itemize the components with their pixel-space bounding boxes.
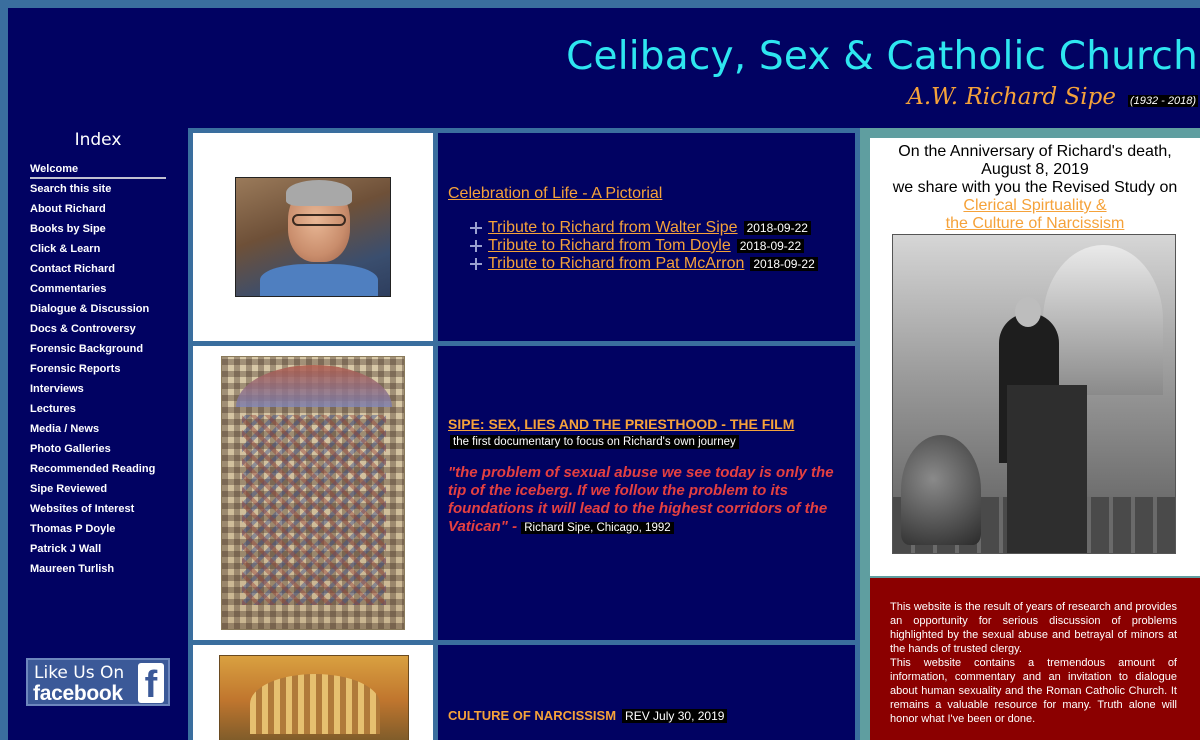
- film-title-link[interactable]: SIPE: SEX, LIES AND THE PRIESTHOOD - THE…: [448, 416, 794, 432]
- facebook-like-button[interactable]: Like Us On facebook f: [26, 658, 170, 706]
- portrait-cell: [193, 133, 433, 341]
- tribute-date: 2018-09-22: [750, 257, 818, 271]
- tribute-item: Tribute to Richard from Tom Doyle 2018-0…: [470, 237, 818, 255]
- nav-item-lectures[interactable]: Lectures: [30, 402, 166, 422]
- site-title: Celibacy, Sex & Catholic Church: [566, 34, 1198, 79]
- site-author: A.W. Richard Sipe: [907, 84, 1116, 110]
- nav-item-media[interactable]: Media / News: [30, 422, 166, 442]
- manuscript-cell: [193, 346, 433, 640]
- about-site-text: This website is the result of years of r…: [890, 600, 1177, 726]
- bullet-cross-icon: [470, 222, 482, 234]
- announcement-line: On the Anniversary of Richard's death,: [898, 143, 1172, 160]
- photo-altar-arch: [1043, 245, 1163, 395]
- about-site-box: This website is the result of years of r…: [870, 578, 1200, 740]
- revised-study-link[interactable]: Clerical Spirtuality &: [963, 197, 1106, 214]
- bullet-cross-icon: [470, 240, 482, 252]
- lecture-photo[interactable]: [892, 234, 1176, 554]
- nav-item-commentaries[interactable]: Commentaries: [30, 282, 166, 302]
- tribute-link[interactable]: Tribute to Richard from Walter Sipe: [488, 219, 738, 237]
- tribute-link[interactable]: Tribute to Richard from Pat McArron: [488, 255, 744, 273]
- nav-item-websites[interactable]: Websites of Interest: [30, 502, 166, 522]
- nav-item-forensic-reports[interactable]: Forensic Reports: [30, 362, 166, 382]
- nav-item-books[interactable]: Books by Sipe: [30, 222, 166, 242]
- narcissism-heading: CULTURE OF NARCISSISM REV July 30, 2019: [448, 708, 728, 723]
- nav-item-about[interactable]: About Richard: [30, 202, 166, 222]
- portrait-hair: [286, 180, 352, 206]
- tribute-date: 2018-09-22: [743, 221, 811, 235]
- announcement-date: August 8, 2019: [981, 161, 1089, 178]
- narcissism-rev-badge: REV July 30, 2019: [622, 708, 728, 723]
- facebook-like-text: Like Us On: [34, 663, 125, 683]
- narcissism-image-dome: [250, 674, 380, 734]
- photo-lectern: [1007, 385, 1087, 553]
- nav-item-sipe-reviewed[interactable]: Sipe Reviewed: [30, 482, 166, 502]
- site-dates: (1932 - 2018): [1127, 95, 1198, 107]
- about-paragraph: This website contains a tremendous amoun…: [890, 657, 1177, 725]
- tribute-date: 2018-09-22: [736, 239, 805, 253]
- index-title: Index: [74, 130, 122, 150]
- portrait-glasses: [292, 214, 346, 226]
- nav-item-dialogue[interactable]: Dialogue & Discussion: [30, 302, 166, 322]
- nav-item-recommended-reading[interactable]: Recommended Reading: [30, 462, 166, 482]
- tribute-item: Tribute to Richard from Walter Sipe 2018…: [470, 219, 818, 237]
- nav-item-welcome[interactable]: Welcome: [30, 162, 166, 179]
- nav-item-forensic-background[interactable]: Forensic Background: [30, 342, 166, 362]
- facebook-wordmark: facebook: [33, 682, 123, 705]
- photo-speaker-head: [1015, 297, 1041, 327]
- manuscript-image[interactable]: [221, 356, 405, 630]
- narcissism-image[interactable]: [219, 655, 409, 740]
- nav-item-thomas-doyle[interactable]: Thomas P Doyle: [30, 522, 166, 542]
- nav-item-patrick-wall[interactable]: Patrick J Wall: [30, 542, 166, 562]
- nav-item-search[interactable]: Search this site: [30, 182, 166, 202]
- right-column: On the Anniversary of Richard's death, A…: [860, 128, 1200, 740]
- photo-plant: [901, 435, 981, 545]
- quote-attribution: Richard Sipe, Chicago, 1992: [521, 522, 674, 534]
- anniversary-announcement: On the Anniversary of Richard's death, A…: [870, 138, 1200, 576]
- nav-item-photo-galleries[interactable]: Photo Galleries: [30, 442, 166, 462]
- manuscript-arch: [236, 365, 392, 407]
- nav-item-contact[interactable]: Contact Richard: [30, 262, 166, 282]
- nav-item-click-learn[interactable]: Click & Learn: [30, 242, 166, 262]
- narcissism-image-cell: [193, 645, 433, 740]
- narcissism-link[interactable]: CULTURE OF NARCISSISM: [448, 708, 616, 723]
- tribute-list: Tribute to Richard from Walter Sipe 2018…: [470, 219, 818, 273]
- manuscript-figures: [242, 415, 386, 605]
- main-content: Celebration of Life - A Pictorial Tribut…: [188, 128, 860, 740]
- portrait-shirt: [260, 264, 378, 296]
- sipe-quote: "the problem of sexual abuse we see toda…: [448, 464, 848, 537]
- site-subtitle: A.W. Richard Sipe (1932 - 2018): [907, 84, 1198, 110]
- film-subtitle: the first documentary to focus on Richar…: [450, 435, 739, 449]
- nav-item-interviews[interactable]: Interviews: [30, 382, 166, 402]
- site-header: Celibacy, Sex & Catholic Church A.W. Ric…: [8, 8, 1200, 128]
- tribute-item: Tribute to Richard from Pat McArron 2018…: [470, 255, 818, 273]
- celebration-link[interactable]: Celebration of Life - A Pictorial: [448, 185, 662, 203]
- announcement-line: we share with you the Revised Study on: [892, 179, 1178, 196]
- announcement-text: On the Anniversary of Richard's death, A…: [870, 143, 1200, 233]
- about-paragraph: This website is the result of years of r…: [890, 601, 1177, 655]
- page: Celibacy, Sex & Catholic Church A.W. Ric…: [0, 0, 1200, 740]
- bullet-cross-icon: [470, 258, 482, 270]
- nav-item-maureen-turlish[interactable]: Maureen Turlish: [30, 562, 166, 582]
- tribute-link[interactable]: Tribute to Richard from Tom Doyle: [488, 237, 731, 255]
- sidebar-nav: Welcome Search this site About Richard B…: [30, 162, 166, 582]
- film-cell: SIPE: SEX, LIES AND THE PRIESTHOOD - THE…: [438, 346, 855, 640]
- revised-study-link[interactable]: the Culture of Narcissism: [946, 215, 1125, 232]
- richard-portrait-photo[interactable]: [235, 177, 391, 297]
- narcissism-cell: CULTURE OF NARCISSISM REV July 30, 2019: [438, 645, 855, 740]
- sidebar: Index Welcome Search this site About Ric…: [8, 128, 188, 740]
- nav-item-docs[interactable]: Docs & Controversy: [30, 322, 166, 342]
- celebration-cell: Celebration of Life - A Pictorial Tribut…: [438, 133, 855, 341]
- facebook-icon: f: [138, 663, 164, 706]
